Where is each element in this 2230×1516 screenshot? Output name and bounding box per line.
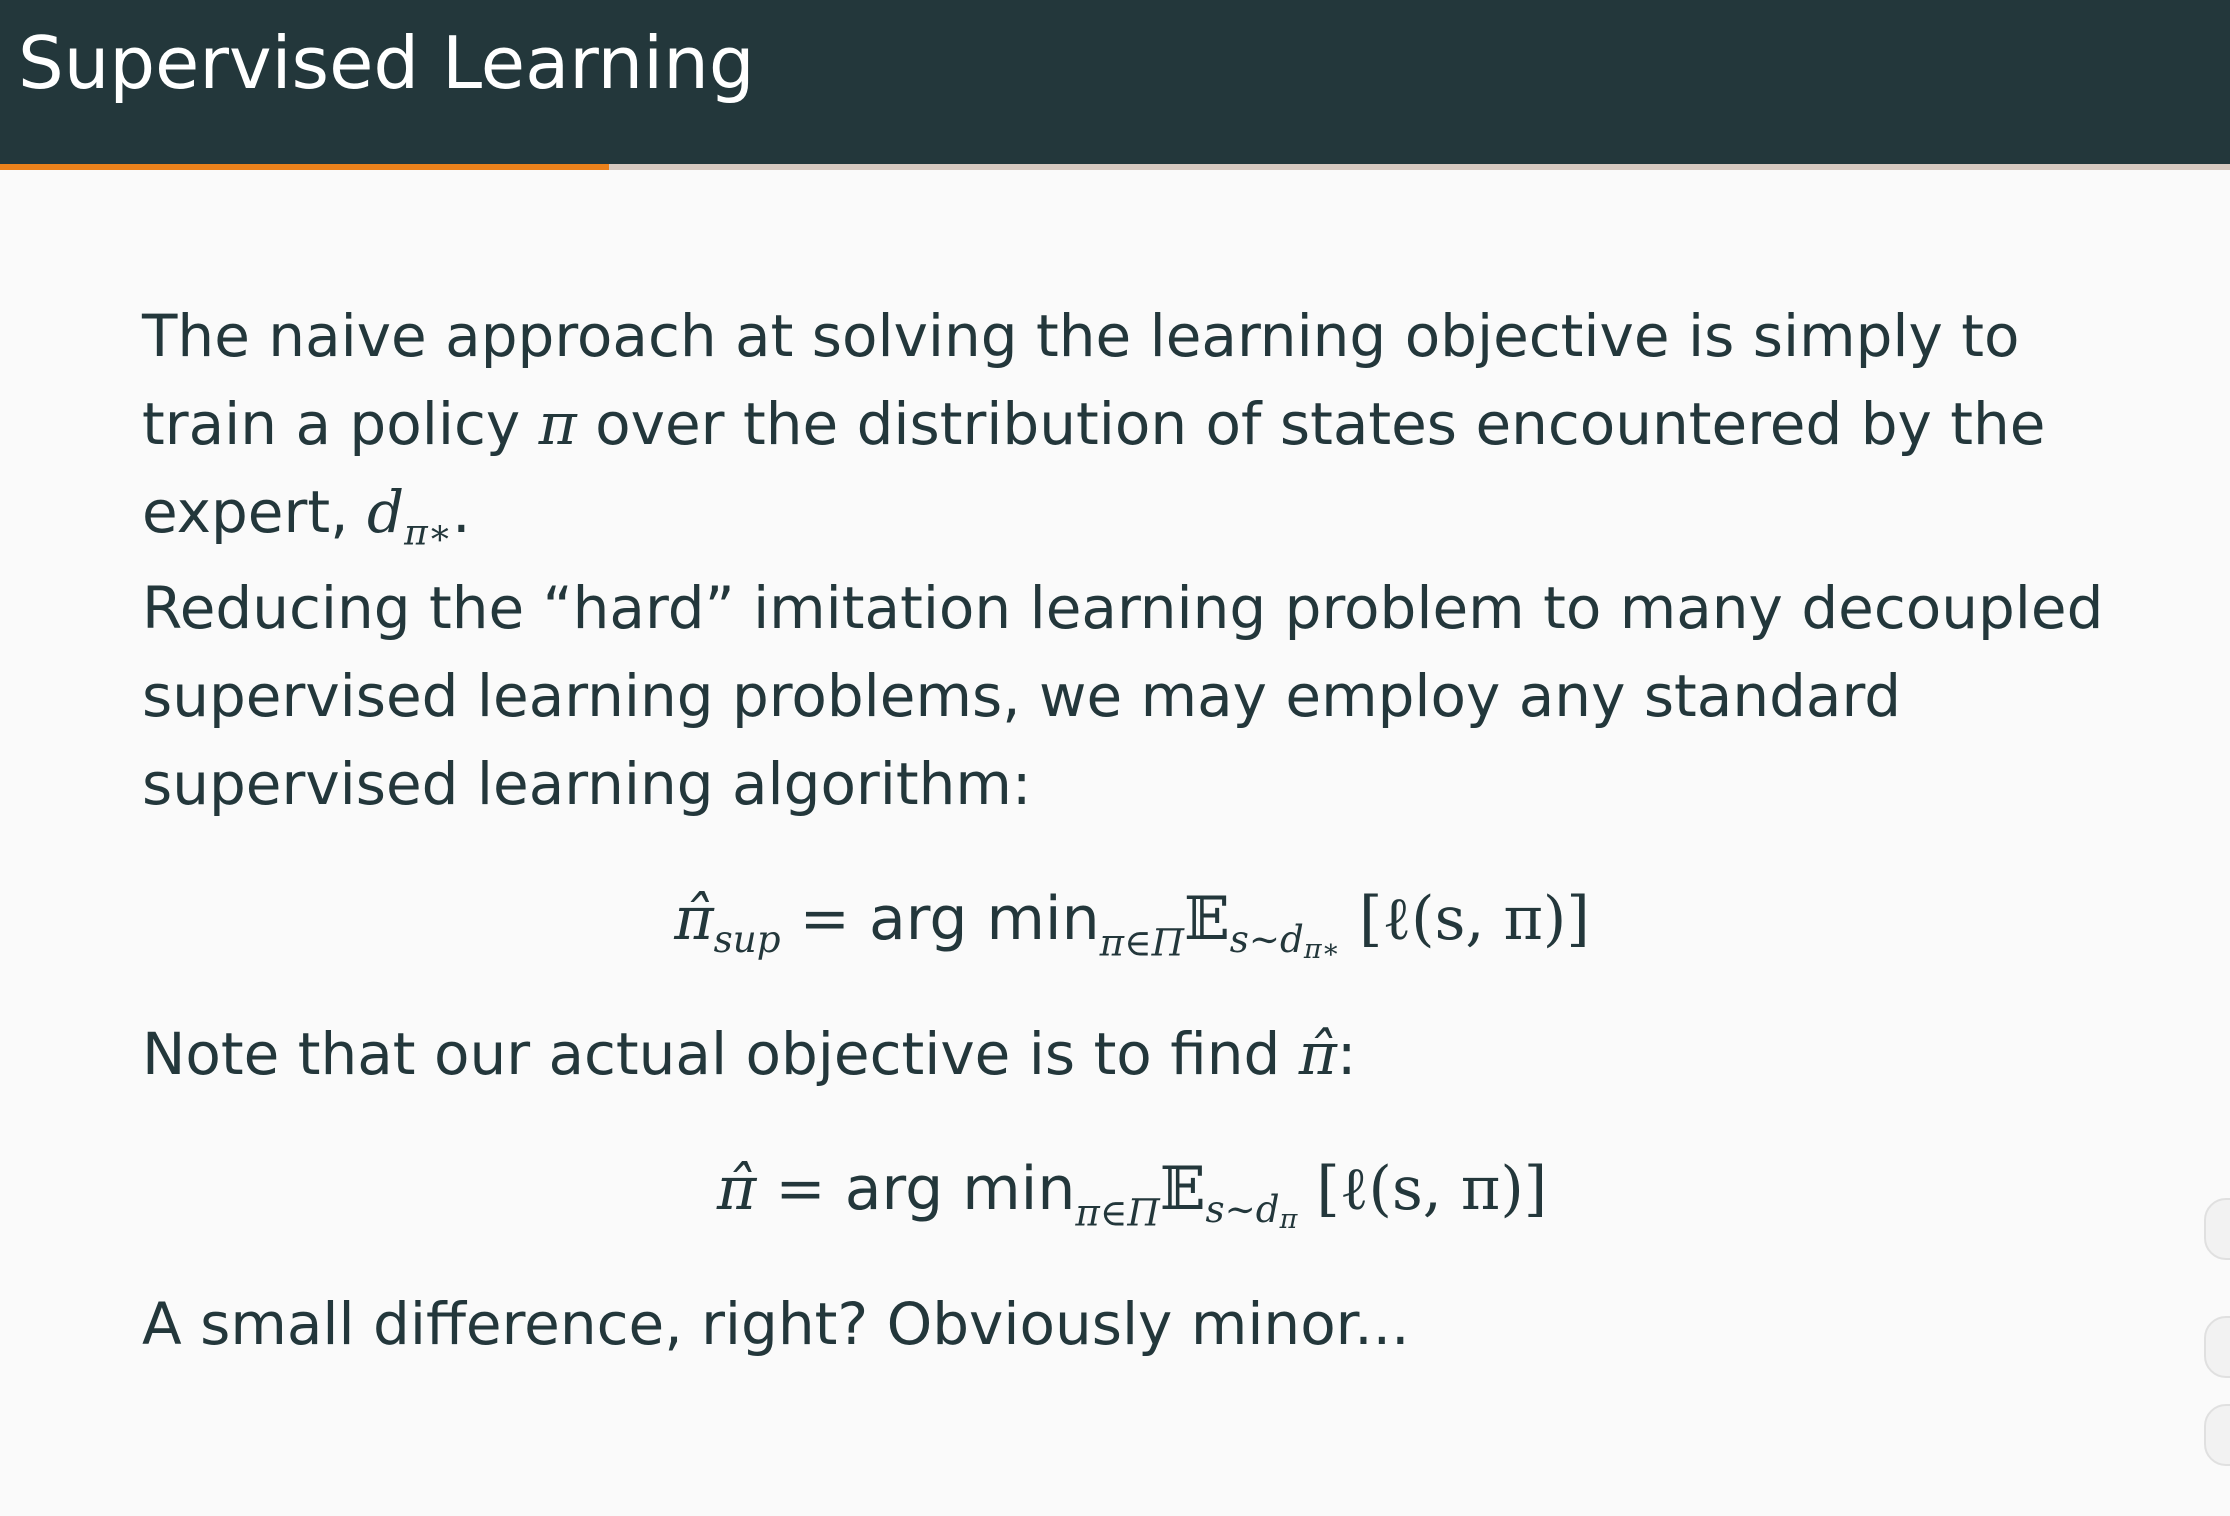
equation-supervised: π̂sup = arg minπ∈Π𝔼s∼dπ∗ [ℓ(s, π)]	[142, 864, 2122, 974]
eq-argmin: arg min	[844, 1154, 1076, 1224]
eq-equals: =	[780, 884, 869, 954]
eq-argmin: arg min	[868, 884, 1100, 954]
paragraph-conclusion: A small difference, right? Obviously min…	[142, 1290, 1410, 1358]
slide-body: The naive approach at solving the learni…	[142, 292, 2142, 1368]
progress-bar	[0, 164, 2230, 170]
eq-rhs: [ℓ(s, π)]	[1297, 1154, 1548, 1224]
equation-actual: π̂ = arg minπ∈Π𝔼s∼dπ [ℓ(s, π)]	[142, 1134, 2122, 1244]
progress-bar-fill	[0, 164, 609, 170]
navigation-dot[interactable]	[2204, 1198, 2230, 1260]
eq-expectation-subsubscript: π	[1279, 1203, 1298, 1235]
frame-header: Supervised Learning	[0, 0, 2230, 164]
paragraph-text: :	[1336, 1020, 1357, 1088]
eq-argmin-subscript: π∈Π	[1075, 1190, 1160, 1235]
eq-equals: =	[756, 1154, 845, 1224]
paragraph-text: Note that our actual objective is to fin…	[142, 1020, 1299, 1088]
eq-expectation-subscript: s∼d	[1229, 917, 1304, 962]
paragraph-note: Note that our actual objective is to fin…	[142, 1010, 2142, 1098]
navigation-dot[interactable]	[2204, 1316, 2230, 1378]
paragraph-intro: The naive approach at solving the learni…	[142, 292, 2142, 556]
eq-expectation-subscript: s∼d	[1205, 1187, 1280, 1232]
eq-lhs: π̂	[716, 1154, 757, 1224]
eq-lhs-subscript: sup	[713, 917, 781, 962]
eq-rhs: [ℓ(s, π)]	[1339, 884, 1590, 954]
eq-expectation: 𝔼	[1159, 1154, 1206, 1224]
slide-title: Supervised Learning	[18, 21, 755, 105]
paragraph-text: .	[452, 478, 471, 546]
distribution-subscript: π∗	[404, 512, 453, 554]
eq-argmin-subscript: π∈Π	[1099, 920, 1185, 965]
policy-symbol: π	[538, 390, 577, 458]
policy-hat-symbol: π̂	[1298, 1020, 1337, 1088]
distribution-symbol: d	[366, 478, 405, 546]
eq-expectation: 𝔼	[1184, 884, 1230, 954]
paragraph-reduction: Reducing the “hard” imitation learning p…	[142, 574, 2104, 818]
navigation-dot[interactable]	[2204, 1404, 2230, 1466]
eq-lhs: π̂	[674, 884, 714, 954]
eq-expectation-subsubscript: π∗	[1303, 933, 1340, 965]
